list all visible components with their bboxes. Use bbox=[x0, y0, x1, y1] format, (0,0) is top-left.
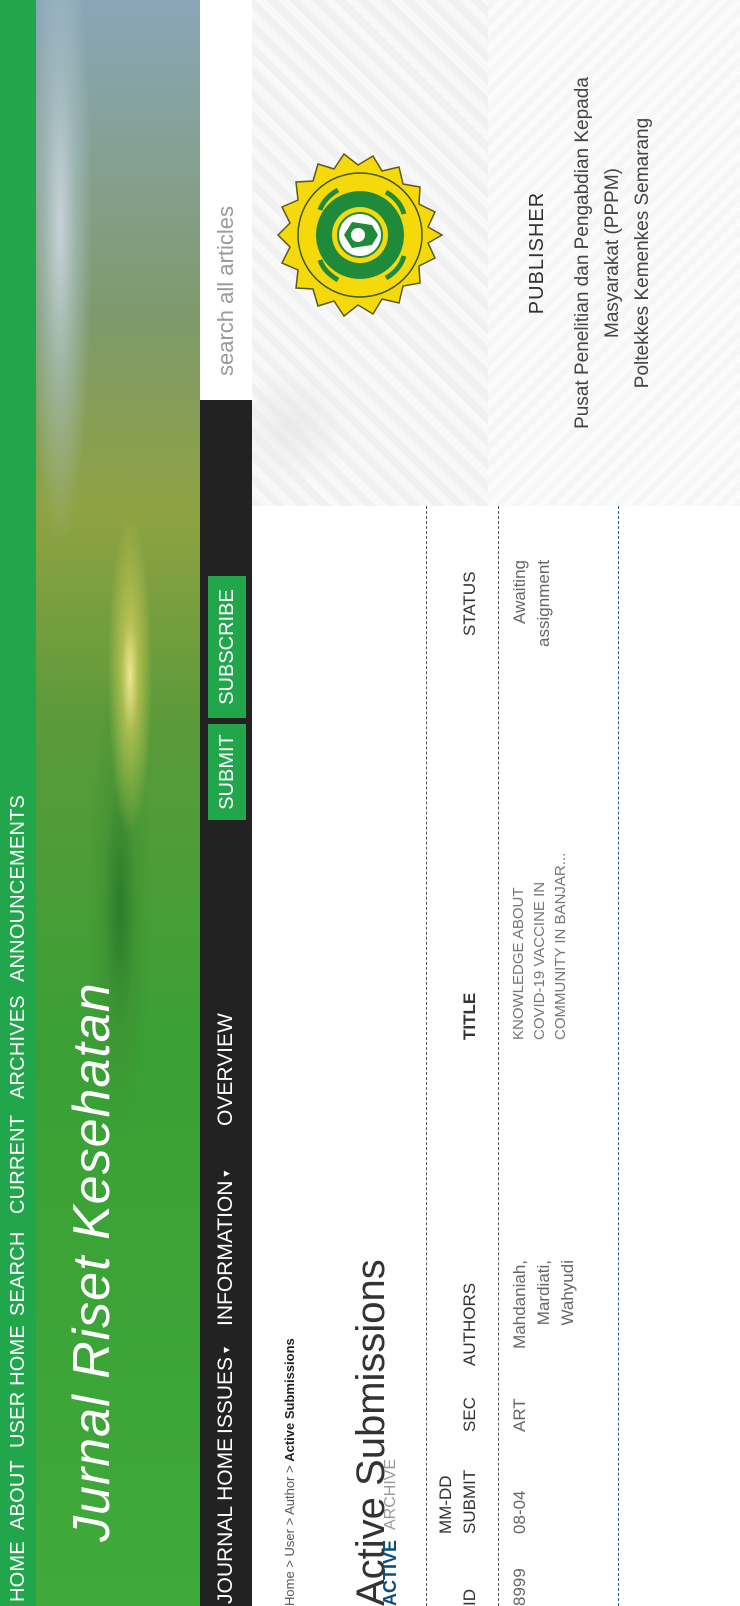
title-line: KNOWLEDGE ABOUT bbox=[510, 887, 527, 1040]
cell-sec: ART bbox=[510, 1398, 529, 1432]
author-name: Mardiati, bbox=[534, 1260, 553, 1326]
top-nav-home[interactable]: HOME bbox=[0, 1541, 36, 1602]
subscribe-button[interactable]: SUBSCRIBE bbox=[208, 576, 246, 718]
top-nav-current[interactable]: CURRENT bbox=[0, 1115, 36, 1214]
top-nav: HOME ABOUT USER HOME SEARCH CURRENT ARCH… bbox=[0, 0, 36, 1606]
nav-information-label: INFORMATION bbox=[214, 1180, 237, 1326]
top-nav-user-home[interactable]: USER HOME bbox=[0, 1325, 36, 1448]
cell-submit: 08-04 bbox=[510, 1490, 529, 1534]
top-nav-archives[interactable]: ARCHIVES bbox=[0, 995, 36, 1099]
breadcrumb-separator: > bbox=[282, 1556, 297, 1572]
site-title[interactable]: Jurnal Riset Kesehatan bbox=[62, 982, 122, 1542]
status-line: Awaiting bbox=[510, 560, 529, 624]
search-input[interactable] bbox=[200, 0, 252, 400]
logo-seal-icon bbox=[276, 152, 444, 318]
table-divider bbox=[618, 506, 619, 1606]
publisher-line: Pusat Penelitian dan Pengabdian Kepada bbox=[572, 77, 593, 429]
header-title: TITLE bbox=[460, 992, 479, 1040]
nav-information[interactable]: INFORMATION ▾ bbox=[200, 1171, 252, 1326]
top-nav-announcements[interactable]: ANNOUNCEMENTS bbox=[0, 795, 36, 982]
cell-id: 8999 bbox=[510, 1568, 529, 1606]
breadcrumb-separator: > bbox=[282, 1461, 297, 1477]
header-id: ID bbox=[460, 1589, 479, 1606]
title-line: COVID-19 VACCINE IN bbox=[531, 881, 548, 1040]
top-nav-about[interactable]: ABOUT bbox=[0, 1460, 36, 1530]
top-nav-search[interactable]: SEARCH bbox=[0, 1231, 36, 1316]
author-name: Wahyudi bbox=[558, 1260, 577, 1326]
breadcrumb-home[interactable]: Home bbox=[282, 1571, 297, 1606]
header-status: STATUS bbox=[460, 571, 479, 636]
chevron-down-icon: ▾ bbox=[219, 1346, 234, 1353]
chevron-down-icon: ▾ bbox=[219, 1170, 234, 1177]
nav-issues-label: ISSUES bbox=[214, 1356, 237, 1434]
tab-archive[interactable]: ARCHIVE bbox=[382, 1459, 400, 1530]
breadcrumb-current[interactable]: Active Submissions bbox=[282, 1338, 297, 1462]
breadcrumb: Home > User > Author > Active Submission… bbox=[282, 1338, 297, 1606]
title-line: COMMUNITY IN BANJAR... bbox=[552, 852, 569, 1040]
publisher-name: Pusat Penelitian dan Pengabdian Kepada M… bbox=[568, 0, 658, 506]
author-name: Mahdaniah, bbox=[510, 1260, 529, 1349]
tab-active[interactable]: ACTIVE bbox=[380, 1540, 401, 1606]
table-divider bbox=[426, 506, 427, 1606]
publisher-line: Masyarakat (PPPM) bbox=[602, 168, 623, 338]
cell-status: Awaiting assignment bbox=[508, 560, 556, 676]
breadcrumb-user[interactable]: User bbox=[282, 1529, 297, 1556]
nav-overview[interactable]: OVERVIEW bbox=[200, 1013, 252, 1126]
submit-button[interactable]: SUBMIT bbox=[208, 724, 246, 820]
status-line: assignment bbox=[534, 560, 553, 647]
institution-logo bbox=[276, 152, 444, 318]
breadcrumb-author[interactable]: Author bbox=[282, 1477, 297, 1515]
header-submit: SUBMIT bbox=[460, 1469, 479, 1534]
nav-issues[interactable]: ISSUES ▾ bbox=[200, 1347, 252, 1434]
breadcrumb-separator: > bbox=[282, 1514, 297, 1530]
header-authors: AUTHORS bbox=[460, 1282, 479, 1366]
cell-authors: Mahdaniah, Mardiati, Wahyudi bbox=[508, 1260, 580, 1366]
page-stage: HOME ABOUT USER HOME SEARCH CURRENT ARCH… bbox=[0, 0, 740, 1606]
publisher-label: PUBLISHER bbox=[526, 191, 548, 315]
publisher-line: Poltekkes Kemenkes Semarang bbox=[632, 117, 653, 389]
header-submit-date: MM-DD bbox=[436, 1475, 455, 1534]
header-sec: SEC bbox=[460, 1397, 479, 1432]
cell-title-link[interactable]: KNOWLEDGE ABOUT COVID-19 VACCINE IN COMM… bbox=[508, 800, 571, 1040]
nav-journal-home[interactable]: JOURNAL HOME bbox=[200, 1438, 252, 1604]
table-divider bbox=[498, 506, 499, 1606]
